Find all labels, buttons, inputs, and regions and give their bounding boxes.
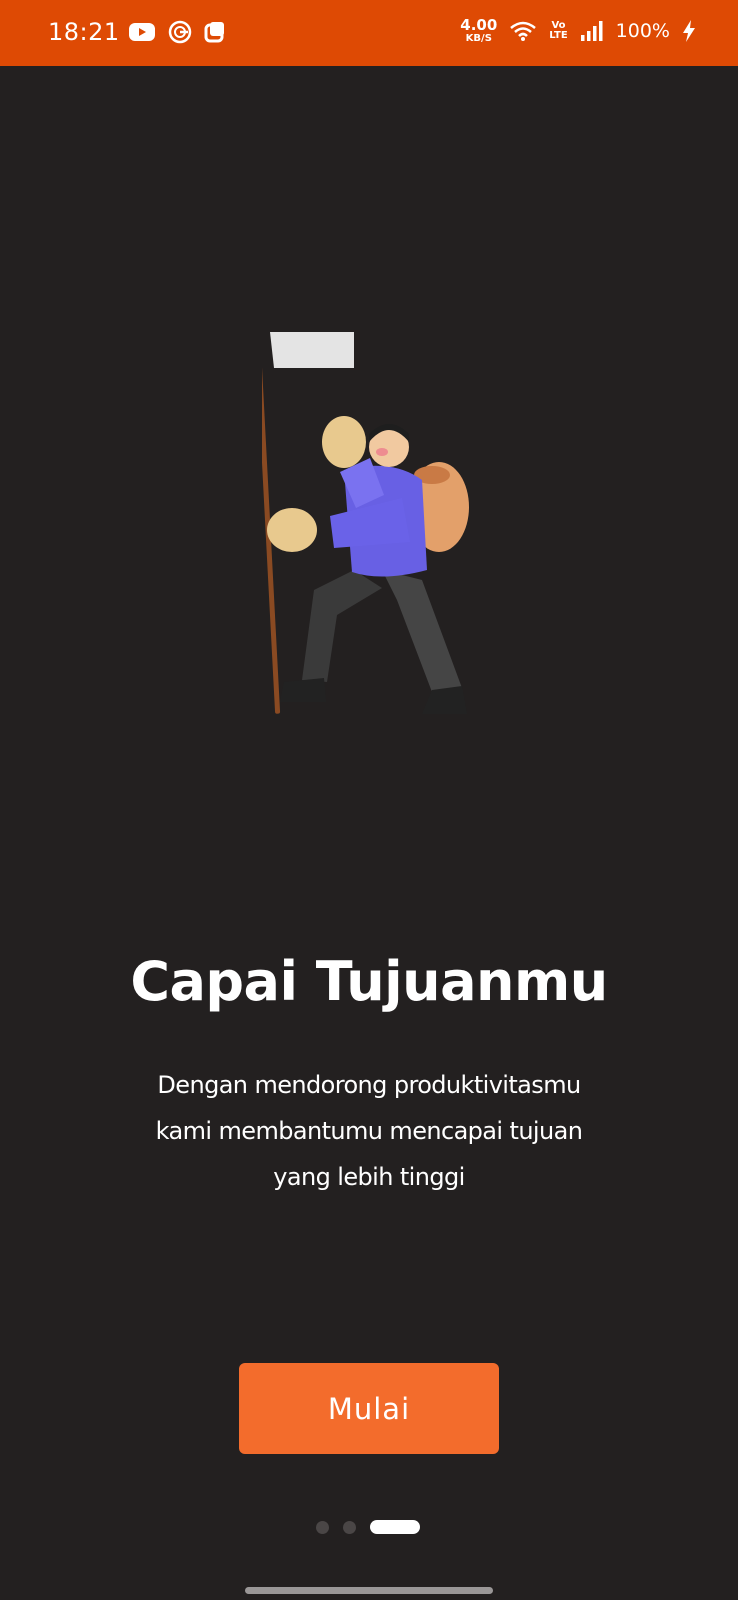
youtube-icon xyxy=(129,23,155,41)
signal-icon xyxy=(580,21,603,41)
network-speed: 4.00 KB/S xyxy=(460,18,497,44)
gesture-navigation-handle[interactable] xyxy=(245,1587,493,1594)
network-speed-unit: KB/S xyxy=(465,33,492,44)
charging-bolt-icon xyxy=(683,20,695,42)
start-button[interactable]: Mulai xyxy=(239,1363,499,1454)
g-app-icon xyxy=(168,20,192,44)
battery-level: 100% xyxy=(615,20,670,42)
volte-bottom: LTE xyxy=(549,30,568,41)
wifi-icon xyxy=(510,21,537,41)
description-line: kami membantumu mencapai tujuan xyxy=(155,1117,583,1145)
onboarding-screen: 18:21 4.00 KB/S Vo LTE 100% Capai Tujuan… xyxy=(0,0,738,1600)
system-icons: 4.00 KB/S Vo LTE 100% xyxy=(460,18,696,44)
page-dot-3-active[interactable] xyxy=(370,1520,420,1534)
square-app-icon xyxy=(204,22,224,43)
description-line: yang lebih tinggi xyxy=(273,1163,465,1191)
onboarding-description: Dengan mendorong produktivitasmu kami me… xyxy=(130,1062,608,1200)
page-dot-1[interactable] xyxy=(316,1520,329,1534)
page-indicator xyxy=(316,1520,420,1534)
volte-indicator: Vo LTE xyxy=(549,21,567,41)
network-speed-value: 4.00 xyxy=(460,16,498,34)
status-bar: 18:21 4.00 KB/S Vo LTE 100% xyxy=(0,0,738,66)
status-time: 18:21 xyxy=(48,18,120,46)
page-dot-2[interactable] xyxy=(343,1520,356,1534)
hiker-with-flag-illustration xyxy=(262,332,469,714)
onboarding-title: Capai Tujuanmu xyxy=(130,950,608,1013)
notification-icons xyxy=(128,20,226,44)
description-line: Dengan mendorong produktivitasmu xyxy=(157,1071,581,1099)
